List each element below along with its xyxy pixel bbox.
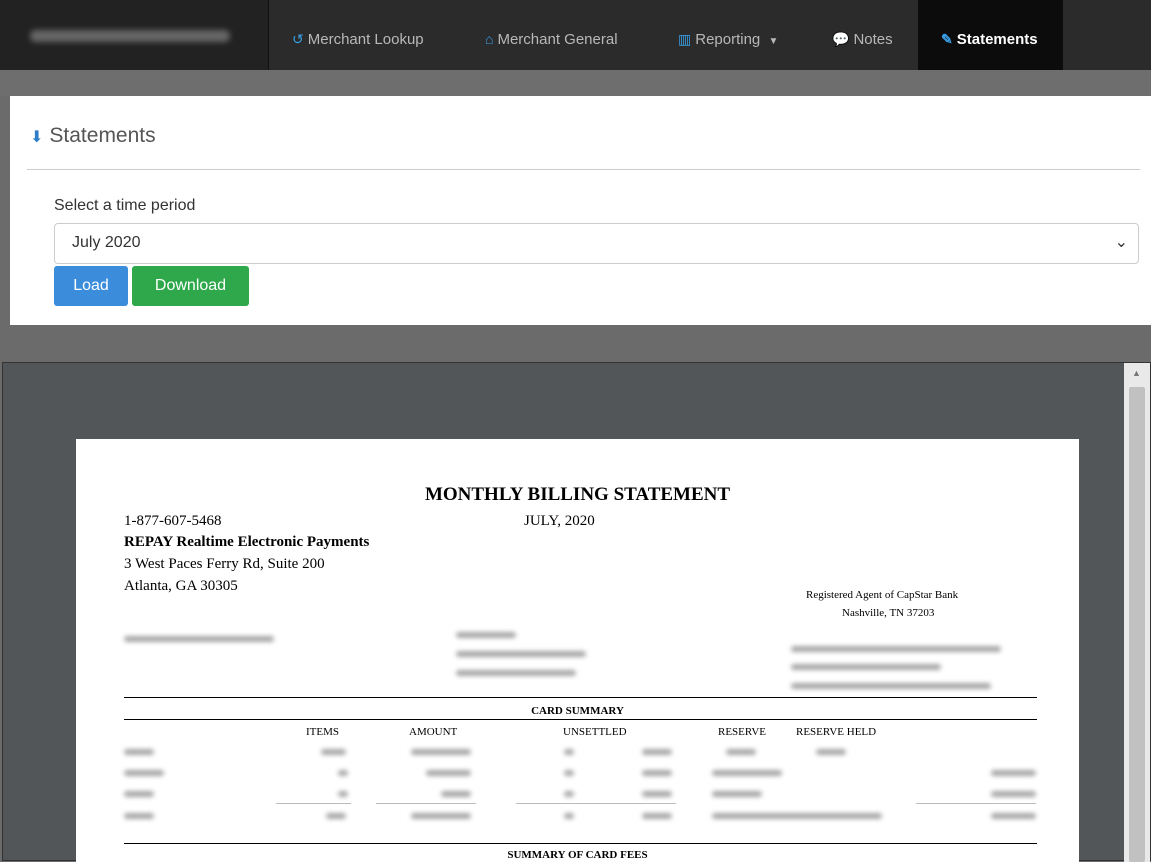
subtotal-rule <box>916 803 1036 804</box>
pdf-viewer[interactable]: ▲ MONTHLY BILLING STATEMENT JULY, 2020 1… <box>2 362 1151 862</box>
nav-notes[interactable]: 💬 Notes <box>832 0 893 70</box>
nav-merchant-general[interactable]: ⌂ Merchant General <box>485 0 618 70</box>
agent-line-2: Nashville, TN 37203 <box>842 607 935 619</box>
redacted-cell <box>991 770 1036 776</box>
card-fees-title: SUMMARY OF CARD FEES <box>507 849 648 861</box>
chevron-down-icon: ⌄ <box>1114 234 1128 251</box>
company-address-line2: Atlanta, GA 30305 <box>124 578 238 594</box>
nav-merchant-general-label: Merchant General <box>497 31 618 48</box>
nav-notes-label: Notes <box>853 31 893 48</box>
redacted-cell <box>564 813 574 819</box>
scroll-up-arrow[interactable]: ▲ <box>1132 368 1141 378</box>
redacted-cell <box>338 770 348 776</box>
col-unsettled: UNSETTLED <box>563 726 627 738</box>
redacted-cell <box>426 770 471 776</box>
statement-period: JULY, 2020 <box>524 513 595 529</box>
redacted-cell <box>642 770 672 776</box>
bar-chart-icon: ▥ <box>678 31 692 47</box>
redacted-cell <box>321 749 346 755</box>
redacted-cell <box>816 749 846 755</box>
redacted-cell <box>124 813 154 819</box>
company-address-line1: 3 West Paces Ferry Rd, Suite 200 <box>124 556 325 572</box>
redacted-merchant-number <box>791 646 1001 652</box>
card-summary-title: CARD SUMMARY <box>531 705 624 717</box>
redacted-cell <box>712 791 762 797</box>
nav-statements-label: Statements <box>956 31 1038 48</box>
refresh-icon: ↺ <box>292 31 304 47</box>
redacted-cell <box>712 813 882 819</box>
redacted-cell <box>564 770 574 776</box>
selected-period: July 2020 <box>72 234 141 251</box>
col-reserve: RESERVE <box>718 726 767 738</box>
redacted-cell <box>712 770 782 776</box>
redacted-cell <box>642 749 672 755</box>
scrollbar-thumb[interactable] <box>1129 387 1145 862</box>
time-period-select[interactable]: July 2020 ⌄ <box>54 223 1139 264</box>
redacted-chain-number <box>791 664 941 670</box>
redacted-branch-number <box>791 683 991 689</box>
subtotal-rule <box>376 803 476 804</box>
divider-line <box>124 843 1037 844</box>
viewer-scrollbar[interactable]: ▲ <box>1124 363 1150 862</box>
load-button[interactable]: Load <box>54 266 128 306</box>
redacted-cell <box>326 813 346 819</box>
subtotal-rule <box>276 803 351 804</box>
col-items: ITEMS <box>306 726 339 738</box>
col-amount: AMOUNT <box>409 726 458 738</box>
redacted-cell <box>124 770 164 776</box>
redacted-cell <box>338 791 348 797</box>
redacted-address <box>456 632 516 638</box>
support-phone: 1-877-607-5468 <box>124 513 222 529</box>
redacted-address <box>456 651 586 657</box>
separator-band <box>0 70 1151 96</box>
divider-line <box>124 719 1037 720</box>
nav-statements[interactable]: ✎ Statements <box>918 0 1063 70</box>
company-name: REPAY Realtime Electronic Payments <box>124 534 370 550</box>
redacted-cell <box>441 791 471 797</box>
redacted-cell <box>726 749 756 755</box>
redacted-merchant-id <box>30 30 230 42</box>
redacted-cell <box>564 791 574 797</box>
statement-title: MONTHLY BILLING STATEMENT <box>424 484 731 505</box>
redacted-cell <box>564 749 574 755</box>
home-icon: ⌂ <box>485 31 494 47</box>
time-period-label: Select a time period <box>54 197 196 214</box>
redacted-cell <box>642 813 672 819</box>
redacted-cell <box>411 813 471 819</box>
redacted-address <box>456 670 576 676</box>
paperclip-icon: ✎ <box>941 31 953 47</box>
title-divider <box>27 169 1140 170</box>
nav-reporting-dropdown[interactable]: ▥ Reporting ▼ <box>678 0 778 70</box>
brand-merchant-id[interactable] <box>0 0 269 70</box>
page-title: ⬇ Statements <box>30 124 156 148</box>
page-title-text: Statements <box>49 124 156 147</box>
comments-icon: 💬 <box>832 31 850 47</box>
nav-reporting-label: Reporting <box>695 31 761 48</box>
download-button[interactable]: Download <box>132 266 249 306</box>
redacted-cell <box>124 791 154 797</box>
caret-down-icon: ▼ <box>768 36 779 47</box>
redacted-cell <box>411 749 471 755</box>
top-navbar: ↺ Merchant Lookup ⌂ Merchant General ▥ Repo… <box>0 0 1151 70</box>
redacted-cell <box>642 791 672 797</box>
nav-merchant-lookup[interactable]: ↺ Merchant Lookup <box>292 0 424 70</box>
nav-merchant-lookup-label: Merchant Lookup <box>307 31 424 48</box>
agent-line-1: Registered Agent of CapStar Bank <box>806 589 959 601</box>
redacted-merchant-name <box>124 636 274 642</box>
statements-panel: ⬇ Statements Select a time period July 20… <box>10 96 1151 325</box>
redacted-cell <box>991 813 1036 819</box>
subtotal-rule <box>516 803 676 804</box>
download-icon: ⬇ <box>30 129 44 146</box>
redacted-cell <box>124 749 154 755</box>
divider-line <box>124 697 1037 698</box>
redacted-cell <box>991 791 1036 797</box>
col-reserve-held: RESERVE HELD <box>796 726 877 738</box>
statement-page: MONTHLY BILLING STATEMENT JULY, 2020 1-8… <box>76 439 1079 862</box>
